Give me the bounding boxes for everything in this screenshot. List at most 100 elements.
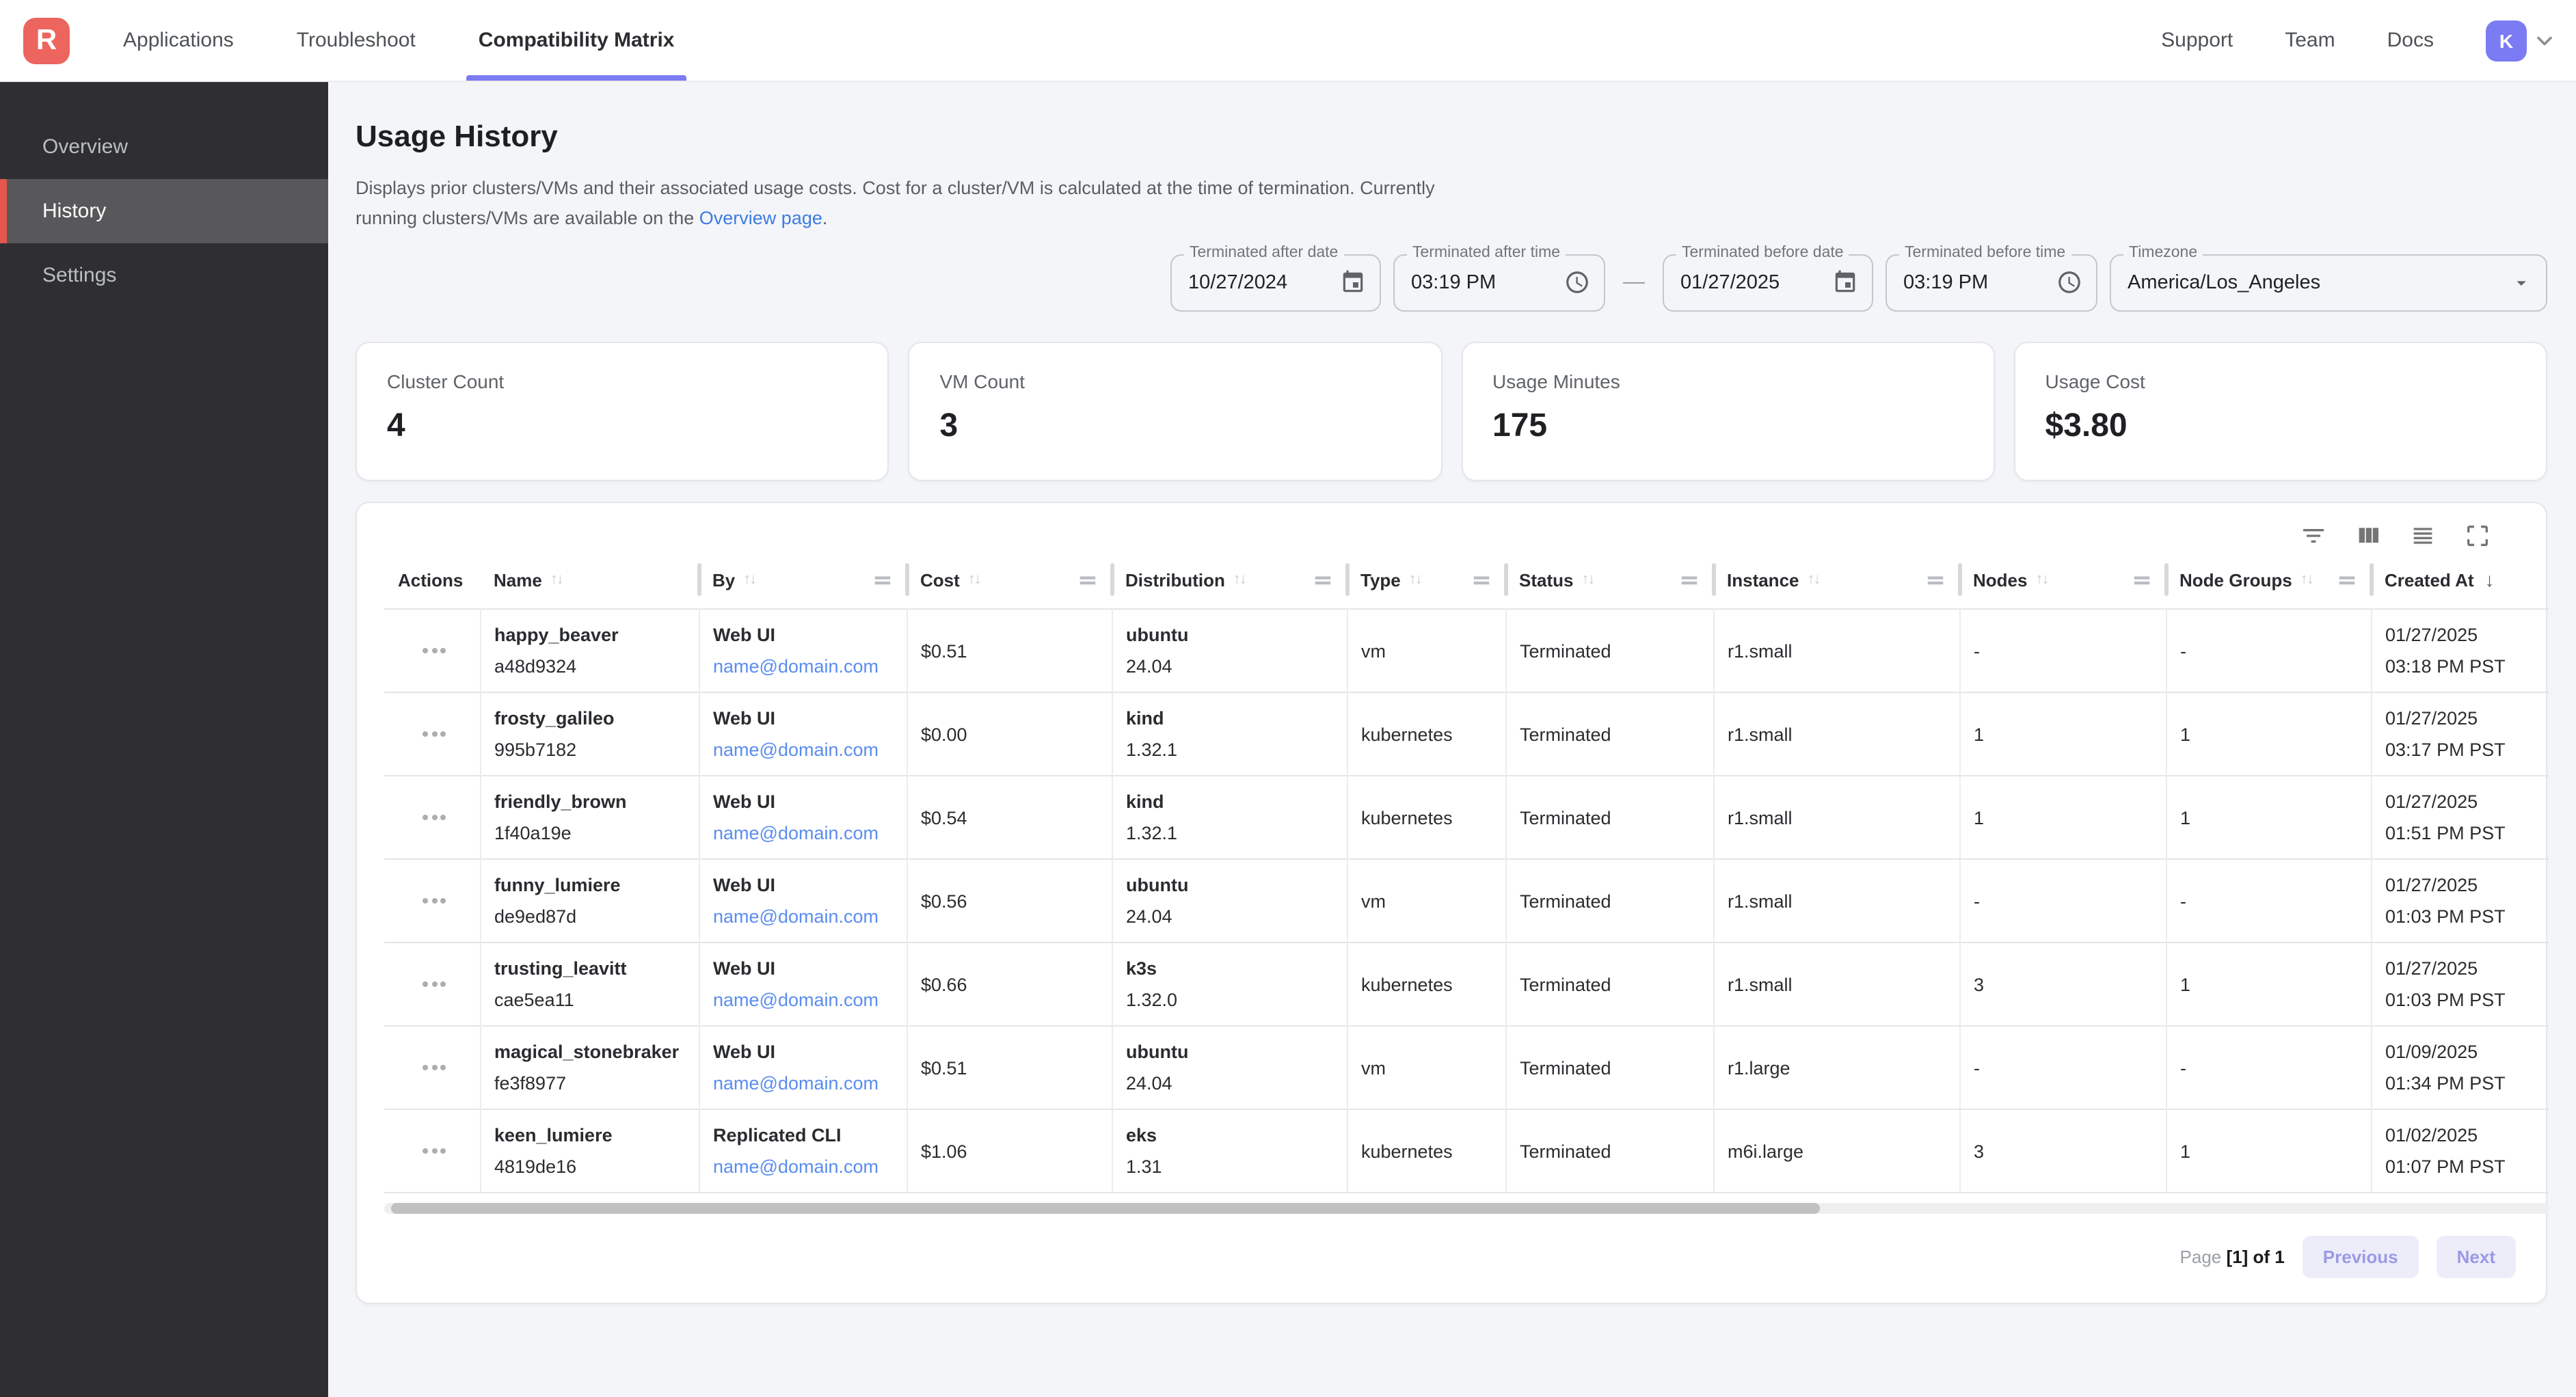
stat-cards: Cluster Count 4 VM Count 3 Usage Minutes… (355, 341, 2547, 480)
dropdown-caret-icon[interactable] (2510, 271, 2532, 293)
row-created-date: 01/27/2025 (2385, 958, 2540, 979)
row-distribution-version: 1.31 (1126, 1156, 1338, 1177)
next-page-button[interactable]: Next (2437, 1236, 2516, 1278)
column-header-name[interactable]: Name↑↓ (480, 552, 699, 609)
column-menu-icon[interactable] (1925, 570, 1946, 591)
row-email-link[interactable]: name@domain.com (713, 1073, 898, 1094)
row-nodes: - (1959, 1026, 2166, 1109)
row-actions-button[interactable] (398, 731, 471, 737)
column-header-node-groups[interactable]: Node Groups↑↓ (2166, 552, 2371, 609)
row-email-link[interactable]: name@domain.com (713, 656, 898, 677)
row-cost: $0.56 (907, 859, 1112, 942)
sidebar-item-overview[interactable]: Overview (0, 115, 328, 179)
link-support[interactable]: Support (2161, 29, 2233, 52)
sort-icon[interactable]: ↑↓ (2035, 572, 2048, 588)
stat-label: Usage Minutes (1492, 370, 1963, 392)
horizontal-scrollbar-thumb[interactable] (391, 1203, 1820, 1214)
stat-label: Cluster Count (387, 370, 858, 392)
terminated-before-date-field[interactable]: Terminated before date 01/27/2025 (1663, 254, 1873, 311)
column-header-type[interactable]: Type↑↓ (1347, 552, 1505, 609)
column-header-instance[interactable]: Instance↑↓ (1713, 552, 1959, 609)
column-menu-icon[interactable] (1679, 570, 1700, 591)
profile-menu-button[interactable]: K (2486, 20, 2557, 61)
row-cost: $0.66 (907, 942, 1112, 1026)
row-nodes: - (1959, 859, 2166, 942)
column-header-status[interactable]: Status↑↓ (1505, 552, 1713, 609)
timezone-select[interactable]: Timezone America/Los_Angeles (2110, 254, 2547, 311)
row-nodes: 1 (1959, 692, 2166, 776)
clock-icon[interactable] (2056, 269, 2082, 295)
stat-card-vm-count: VM Count 3 (909, 341, 1443, 480)
column-menu-icon[interactable] (872, 570, 893, 591)
row-email-link[interactable]: name@domain.com (713, 740, 898, 760)
row-nodes: - (1959, 609, 2166, 692)
row-actions-button[interactable] (398, 648, 471, 653)
row-created-by: Web UI (713, 958, 898, 979)
density-icon[interactable] (2409, 521, 2437, 549)
row-email-link[interactable]: name@domain.com (713, 823, 898, 843)
column-header-distribution[interactable]: Distribution↑↓ (1112, 552, 1347, 609)
usage-history-table: Actions Name↑↓ By↑↓ Cost↑↓ Distribution↑… (384, 552, 2549, 1193)
row-created-by: Web UI (713, 875, 898, 895)
sidebar-item-settings[interactable]: Settings (0, 243, 328, 308)
row-actions-button[interactable] (398, 981, 471, 987)
column-menu-icon[interactable] (2132, 570, 2152, 591)
row-email-link[interactable]: name@domain.com (713, 906, 898, 927)
column-header-cost[interactable]: Cost↑↓ (907, 552, 1112, 609)
row-name: friendly_brown (494, 791, 690, 812)
row-distribution: kind (1126, 791, 1338, 812)
link-team[interactable]: Team (2285, 29, 2335, 52)
terminated-after-time-field[interactable]: Terminated after time 03:19 PM (1393, 254, 1605, 311)
row-email-link[interactable]: name@domain.com (713, 1156, 898, 1177)
column-menu-icon[interactable] (1313, 570, 1333, 591)
main-content: Usage History Displays prior clusters/VM… (328, 82, 2576, 1397)
calendar-icon[interactable] (1340, 269, 1366, 295)
page-description: Displays prior clusters/VMs and their as… (355, 174, 1463, 234)
sort-descending-icon[interactable]: ↓ (2485, 569, 2495, 591)
row-distribution-version: 24.04 (1126, 906, 1338, 927)
column-menu-icon[interactable] (1077, 570, 1098, 591)
row-status: Terminated (1505, 1026, 1713, 1109)
terminated-before-time-field[interactable]: Terminated before time 03:19 PM (1886, 254, 2097, 311)
field-label: Terminated before time (1899, 244, 2071, 260)
columns-icon[interactable] (2354, 521, 2382, 549)
previous-page-button[interactable]: Previous (2303, 1236, 2419, 1278)
sort-icon[interactable]: ↑↓ (743, 572, 755, 588)
sort-icon[interactable]: ↑↓ (1233, 572, 1246, 588)
row-id: 995b7182 (494, 740, 690, 760)
fullscreen-icon[interactable] (2464, 521, 2491, 549)
row-actions-button[interactable] (398, 898, 471, 904)
tab-compatibility-matrix[interactable]: Compatibility Matrix (466, 0, 687, 81)
sort-icon[interactable]: ↑↓ (550, 572, 563, 588)
sort-icon[interactable]: ↑↓ (968, 572, 980, 588)
column-header-by[interactable]: By↑↓ (699, 552, 907, 609)
sort-icon[interactable]: ↑↓ (1808, 572, 1820, 588)
row-distribution: k3s (1126, 958, 1338, 979)
row-instance: r1.small (1713, 859, 1959, 942)
tab-applications[interactable]: Applications (111, 0, 246, 81)
sort-icon[interactable]: ↑↓ (2300, 572, 2313, 588)
row-created-time: 01:07 PM PST (2385, 1156, 2540, 1177)
column-header-created-at[interactable]: Created At↓ (2371, 552, 2549, 609)
row-actions-button[interactable] (398, 1065, 471, 1070)
sidebar-item-history[interactable]: History (0, 179, 328, 243)
sort-icon[interactable]: ↑↓ (1581, 572, 1594, 588)
filter-icon[interactable] (2300, 521, 2327, 549)
row-actions-button[interactable] (398, 1148, 471, 1154)
row-email-link[interactable]: name@domain.com (713, 990, 898, 1010)
row-name: happy_beaver (494, 625, 690, 645)
clock-icon[interactable] (1564, 269, 1590, 295)
tab-troubleshoot[interactable]: Troubleshoot (284, 0, 428, 81)
replicated-logo[interactable]: R (23, 17, 70, 64)
terminated-after-date-field[interactable]: Terminated after date 10/27/2024 (1170, 254, 1381, 311)
sort-icon[interactable]: ↑↓ (1409, 572, 1421, 588)
column-header-nodes[interactable]: Nodes↑↓ (1959, 552, 2166, 609)
link-docs[interactable]: Docs (2387, 29, 2434, 52)
row-instance: r1.small (1713, 609, 1959, 692)
column-menu-icon[interactable] (1471, 570, 1492, 591)
calendar-icon[interactable] (1832, 269, 1858, 295)
overview-page-link[interactable]: Overview page (699, 208, 822, 229)
column-menu-icon[interactable] (2337, 570, 2357, 591)
row-actions-button[interactable] (398, 815, 471, 820)
row-nodes: 3 (1959, 942, 2166, 1026)
